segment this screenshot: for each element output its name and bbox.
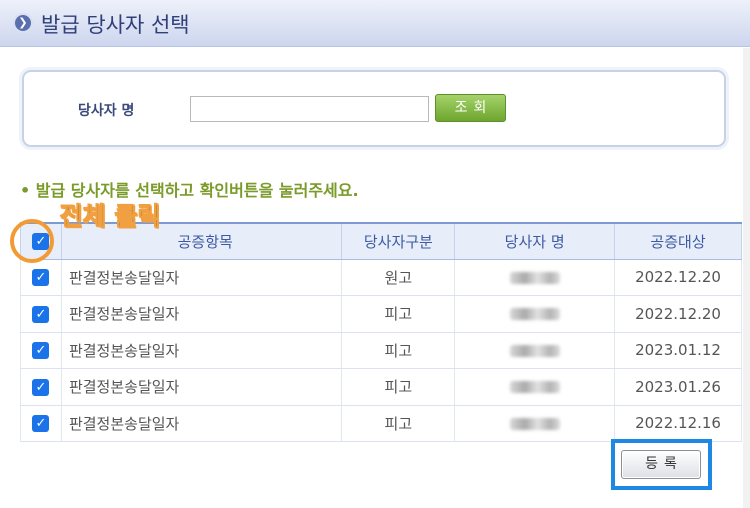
row-checkbox[interactable]: ✓ — [32, 342, 50, 360]
table-row: ✓ 판결정본송달일자 피고 2022.12.20 — [20, 295, 742, 333]
row-target: 2023.01.12 — [614, 332, 742, 369]
search-input[interactable] — [190, 96, 429, 122]
row-name-redacted — [454, 368, 616, 406]
redacted-name — [509, 381, 560, 394]
row-name-redacted — [454, 259, 616, 296]
row-name-redacted — [454, 405, 616, 442]
party-table: ✓ 공증항목 당사자구분 당사자 명 공증대상 ✓ 판결정본송달일자 원고 20… — [20, 222, 742, 442]
page-title: 발급 당사자 선택 — [41, 13, 190, 37]
column-header-name[interactable]: 당사자 명 — [454, 222, 616, 260]
row-item: 판결정본송달일자 — [60, 332, 343, 369]
redacted-name — [509, 308, 560, 321]
redacted-name — [509, 344, 560, 357]
search-label: 당사자 명 — [78, 103, 135, 119]
row-check-cell: ✓ — [20, 368, 62, 406]
row-type: 피고 — [341, 295, 456, 333]
row-target: 2022.12.16 — [614, 405, 742, 442]
title-bar: ❯ 발급 당사자 선택 — [0, 0, 750, 47]
register-button[interactable]: 등록 — [621, 450, 701, 479]
table-row: ✓ 판결정본송달일자 피고 2023.01.12 — [20, 332, 742, 369]
row-target: 2023.01.26 — [614, 368, 742, 406]
row-target: 2022.12.20 — [614, 259, 742, 296]
column-header-target[interactable]: 공증대상 — [614, 222, 742, 260]
chevron-right-circle-icon: ❯ — [13, 13, 33, 33]
table-row: ✓ 판결정본송달일자 원고 2022.12.20 — [20, 259, 742, 296]
row-checkbox[interactable]: ✓ — [32, 378, 50, 396]
row-target: 2022.12.20 — [614, 295, 742, 333]
row-name-redacted — [454, 332, 616, 369]
table-row: ✓ 판결정본송달일자 피고 2023.01.26 — [20, 368, 742, 406]
row-check-cell: ✓ — [20, 332, 62, 369]
row-type: 피고 — [341, 405, 456, 442]
search-button[interactable]: 조회 — [435, 94, 506, 122]
select-all-highlight-circle — [10, 219, 54, 263]
row-check-cell: ✓ — [20, 259, 62, 296]
scrollbar[interactable] — [743, 48, 750, 508]
row-check-cell: ✓ — [20, 295, 62, 333]
row-item: 판결정본송달일자 — [60, 368, 343, 406]
column-header-type[interactable]: 당사자구분 — [341, 222, 456, 260]
row-checkbox[interactable]: ✓ — [32, 305, 50, 323]
row-name-redacted — [454, 295, 616, 333]
row-item: 판결정본송달일자 — [60, 405, 343, 442]
select-all-annotation: 전체 클릭 — [60, 202, 162, 232]
table-row: ✓ 판결정본송달일자 피고 2022.12.16 — [20, 405, 742, 442]
redacted-name — [509, 271, 560, 284]
row-type: 피고 — [341, 332, 456, 369]
row-checkbox[interactable]: ✓ — [32, 269, 50, 287]
row-type: 피고 — [341, 368, 456, 406]
row-item: 판결정본송달일자 — [60, 259, 343, 296]
row-check-cell: ✓ — [20, 405, 62, 442]
row-type: 원고 — [341, 259, 456, 296]
row-item: 판결정본송달일자 — [60, 295, 343, 333]
redacted-name — [509, 417, 560, 430]
row-checkbox[interactable]: ✓ — [32, 415, 50, 433]
